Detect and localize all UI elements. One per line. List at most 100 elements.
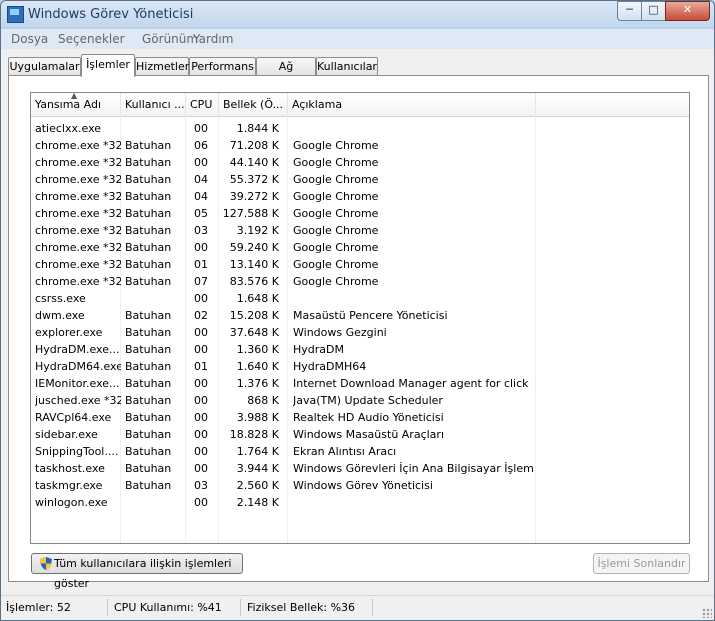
table-row[interactable]: chrome.exe *32 Batuhan 06 71.208 K Google Ch…: [31, 137, 689, 154]
cell-cpu: 01: [194, 360, 208, 373]
table-row[interactable]: HydraDM64.exe Batuhan 01 1.640 K HydraDMH64: [31, 358, 689, 375]
menu-view[interactable]: Görünüm: [142, 32, 198, 46]
column-header-empty: [536, 93, 689, 116]
table-row[interactable]: chrome.exe *32 Batuhan 00 59.240 K Google Ch…: [31, 239, 689, 256]
cell-description: Windows Masaüstü Araçları: [293, 428, 444, 441]
table-row[interactable]: SnippingTool.... Batuhan 00 1.764 K Ekran Al…: [31, 443, 689, 460]
menu-options[interactable]: Seçenekler: [58, 32, 125, 46]
table-row[interactable]: taskmgr.exe Batuhan 03 2.560 K Windows Görev…: [31, 477, 689, 494]
cell-name: chrome.exe *32: [35, 258, 121, 271]
tab-performance[interactable]: Performans: [189, 57, 256, 76]
cell-name: chrome.exe *32: [35, 173, 121, 186]
tab-networking[interactable]: Ağ İletişimi: [256, 57, 316, 90]
tab-services[interactable]: Hizmetler: [135, 57, 189, 76]
table-row[interactable]: winlogon.exe 00 2.148 K: [31, 494, 689, 511]
cell-cpu: 00: [194, 411, 208, 424]
cell-user: Batuhan: [125, 343, 172, 356]
tab-processes[interactable]: İşlemler: [81, 54, 135, 77]
cell-cpu: 02: [194, 309, 208, 322]
table-row[interactable]: chrome.exe *32 Batuhan 07 83.576 K Google Ch…: [31, 273, 689, 290]
cell-memory: 39.272 K: [229, 190, 279, 203]
resize-grip-icon[interactable]: [702, 608, 712, 618]
table-row[interactable]: chrome.exe *32 Batuhan 04 55.372 K Google Ch…: [31, 171, 689, 188]
table-row[interactable]: sidebar.exe Batuhan 00 18.828 K Windows Masa…: [31, 426, 689, 443]
close-icon: ✕: [682, 3, 693, 16]
minimize-button[interactable]: ─: [617, 1, 642, 21]
table-row[interactable]: csrss.exe 00 1.648 K: [31, 290, 689, 307]
title-bar[interactable]: Windows Görev Yöneticisi ─ □ ✕: [1, 1, 714, 27]
client-area: Uygulamalar İşlemler Hizmetler Performan…: [1, 49, 714, 596]
cell-description: Windows Görevleri İçin Ana Bilgisayar İş…: [293, 462, 533, 475]
table-row[interactable]: chrome.exe *32 Batuhan 05 127.588 K Google C…: [31, 205, 689, 222]
table-row[interactable]: dwm.exe Batuhan 02 15.208 K Masaüstü Pencere…: [31, 307, 689, 324]
cell-description: HydraDM: [293, 343, 344, 356]
column-header-memory[interactable]: Bellek (Ö...: [219, 93, 288, 116]
maximize-button[interactable]: □: [641, 1, 666, 21]
menu-file[interactable]: Dosya: [11, 32, 48, 46]
column-header-cpu[interactable]: CPU: [186, 93, 219, 116]
cell-memory: 44.140 K: [229, 156, 279, 169]
process-list[interactable]: ▲ Yansıma Adı Kullanıcı ... CPU Bellek (…: [30, 92, 690, 544]
cell-user: Batuhan: [125, 360, 172, 373]
table-row[interactable]: chrome.exe *32 Batuhan 04 39.272 K Google Ch…: [31, 188, 689, 205]
cell-memory: 1.640 K: [236, 360, 279, 373]
tab-applications[interactable]: Uygulamalar: [8, 57, 81, 76]
table-row[interactable]: jusched.exe *32 Batuhan 00 868 K Java(TM) Up…: [31, 392, 689, 409]
cell-description: Java(TM) Update Scheduler: [293, 394, 443, 407]
cell-memory: 1.844 K: [236, 122, 279, 135]
cell-description: HydraDMH64: [293, 360, 367, 373]
cell-user: Batuhan: [125, 411, 172, 424]
cell-description: Google Chrome: [293, 156, 379, 169]
table-row[interactable]: explorer.exe Batuhan 00 37.648 K Windows Gez…: [31, 324, 689, 341]
cell-memory: 1.376 K: [236, 377, 279, 390]
cell-memory: 15.208 K: [229, 309, 279, 322]
table-row[interactable]: HydraDM.exe... Batuhan 00 1.360 K HydraDM: [31, 341, 689, 358]
cell-memory: 55.372 K: [229, 173, 279, 186]
table-row[interactable]: taskhost.exe Batuhan 00 3.944 K Windows Göre…: [31, 460, 689, 477]
cell-description: Internet Download Manager agent for clic…: [293, 377, 533, 390]
cell-name: jusched.exe *32: [35, 394, 121, 407]
task-manager-window: Windows Görev Yöneticisi ─ □ ✕ Dosya Seç…: [0, 0, 715, 621]
cell-description: Realtek HD Audio Yöneticisi: [293, 411, 444, 424]
show-all-users-button[interactable]: Tüm kullanıcılara ilişkin işlemleri göst…: [31, 553, 243, 590]
cell-name: taskmgr.exe: [35, 479, 103, 492]
menu-help[interactable]: Yardım: [193, 32, 233, 46]
cell-user: Batuhan: [125, 479, 172, 492]
status-bar: İşlemler: 52 CPU Kullanımı: %41 Fiziksel…: [1, 595, 714, 620]
sort-ascending-icon: ▲: [71, 93, 78, 100]
cell-memory: 59.240 K: [229, 241, 279, 254]
cell-name: chrome.exe *32: [35, 241, 121, 254]
minimize-icon: ─: [626, 3, 633, 16]
table-row[interactable]: chrome.exe *32 Batuhan 00 44.140 K Google Ch…: [31, 154, 689, 171]
table-row[interactable]: RAVCpl64.exe Batuhan 00 3.988 K Realtek HD A…: [31, 409, 689, 426]
table-row[interactable]: chrome.exe *32 Batuhan 03 3.192 K Google Chr…: [31, 222, 689, 239]
close-button[interactable]: ✕: [665, 1, 710, 21]
cell-memory: 18.828 K: [229, 428, 279, 441]
tab-users[interactable]: Kullanıcılar: [316, 57, 378, 76]
cell-memory: 37.648 K: [229, 326, 279, 339]
table-row[interactable]: chrome.exe *32 Batuhan 01 13.140 K Google Ch…: [31, 256, 689, 273]
cell-cpu: 04: [194, 190, 208, 203]
cell-cpu: 03: [194, 479, 208, 492]
uac-shield-icon: [40, 557, 52, 570]
cell-description: Google Chrome: [293, 258, 379, 271]
cell-memory: 127.588 K: [222, 207, 279, 220]
cell-cpu: 01: [194, 258, 208, 271]
table-row[interactable]: IEMonitor.exe... Batuhan 00 1.376 K Internet…: [31, 375, 689, 392]
table-row[interactable]: atieclxx.exe 00 1.844 K: [31, 120, 689, 137]
cell-cpu: 06: [194, 139, 208, 152]
cell-name: RAVCpl64.exe: [35, 411, 112, 424]
column-header-user[interactable]: Kullanıcı ...: [121, 93, 186, 116]
cell-memory: 1.360 K: [236, 343, 279, 356]
cell-memory: 71.208 K: [229, 139, 279, 152]
cell-name: csrss.exe: [35, 292, 86, 305]
cell-user: Batuhan: [125, 190, 172, 203]
column-header-name[interactable]: ▲ Yansıma Adı: [31, 93, 121, 116]
tab-strip: Uygulamalar İşlemler Hizmetler Performan…: [8, 54, 708, 90]
cell-cpu: 04: [194, 173, 208, 186]
column-header-description[interactable]: Açıklama: [288, 93, 536, 116]
end-process-button[interactable]: İşlemi Sonlandır: [593, 553, 690, 574]
cell-name: chrome.exe *32: [35, 190, 121, 203]
cell-cpu: 00: [194, 462, 208, 475]
cell-cpu: 00: [194, 326, 208, 339]
